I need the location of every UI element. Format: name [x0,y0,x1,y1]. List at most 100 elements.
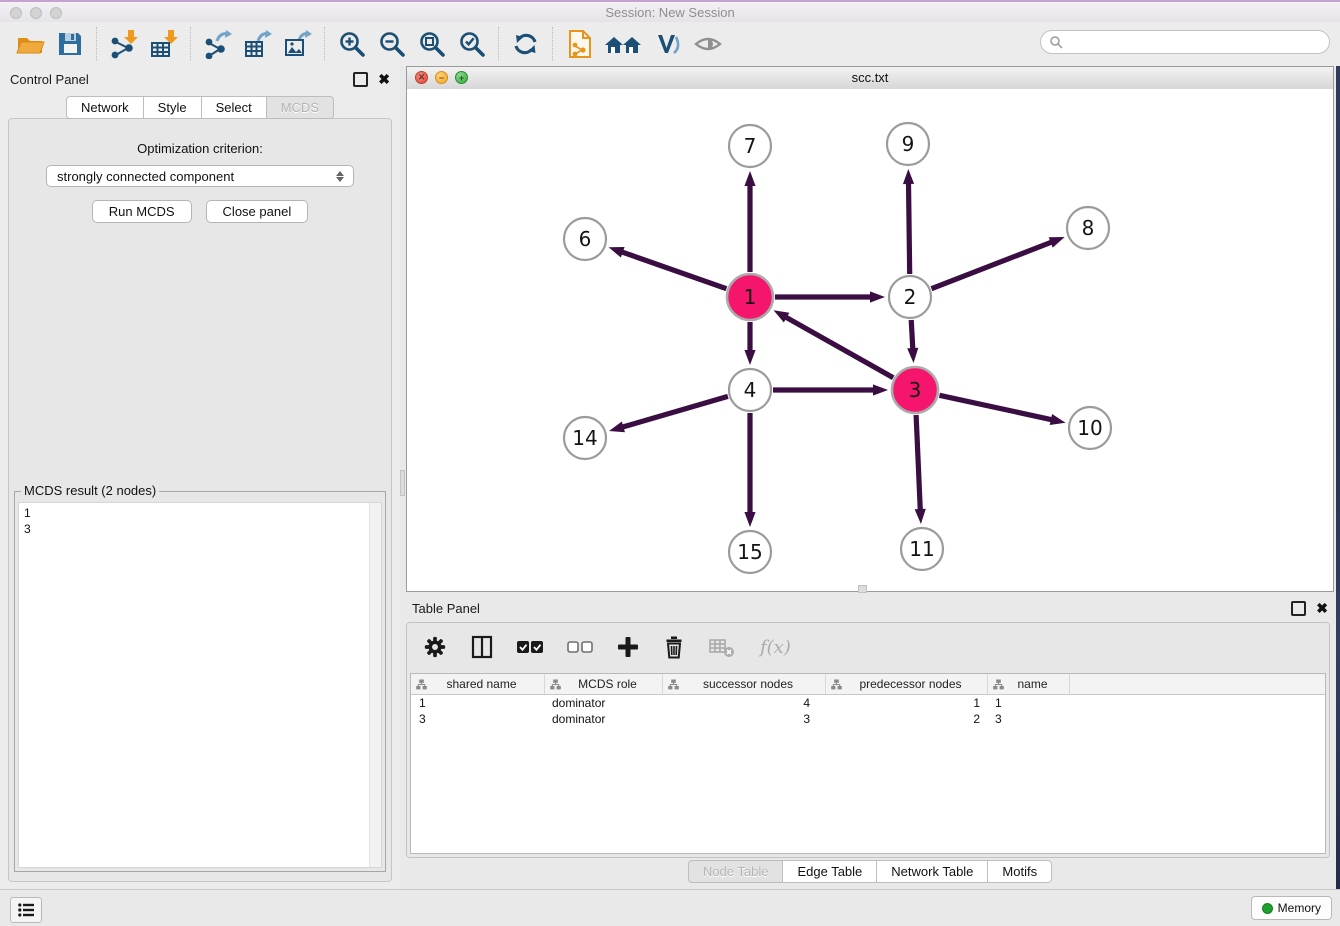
tab-mcds[interactable]: MCDS [267,96,334,119]
memory-button[interactable]: Memory [1251,896,1332,920]
graph-edge-3-10[interactable] [939,395,1053,420]
node-table[interactable]: shared nameMCDS rolesuccessor nodesprede… [410,673,1326,854]
export-network-button[interactable] [198,26,238,62]
table-body: 1dominator4113dominator323 [411,695,1325,727]
column-header-mcds-role[interactable]: MCDS role [545,674,663,694]
task-history-button[interactable] [10,897,42,923]
tab-style[interactable]: Style [144,96,202,119]
graph-edge-arrow-2-9 [903,169,914,184]
tab-node-table[interactable]: Node Table [688,860,784,883]
delete-column-button[interactable] [663,635,685,659]
splitter-handle-horizontal[interactable] [858,585,867,593]
mcds-result-lines: 13 [19,503,381,539]
dropdown-stepper-icon [331,171,349,182]
export-image-button[interactable] [278,26,318,62]
graph-edge-arrow-2-3 [907,348,918,363]
export-network-icon [203,29,233,59]
control-panel: Control Panel ✖ NetworkStyleSelectMCDS O… [0,66,400,890]
table-row[interactable]: 3dominator323 [411,711,1325,727]
table-cell: 1 [988,696,1070,710]
tab-motifs[interactable]: Motifs [988,860,1052,883]
deselect-all-columns-button[interactable] [567,640,593,654]
add-column-button[interactable] [617,636,639,658]
tab-select[interactable]: Select [202,96,267,119]
mcds-tab-content: Optimization criterion: strongly connect… [8,118,392,882]
table-row[interactable]: 1dominator411 [411,695,1325,711]
export-table-button[interactable] [238,26,278,62]
splitter-handle-vertical[interactable] [400,470,405,496]
network-canvas[interactable]: 7968124314101511 [407,89,1333,591]
apply-style-button[interactable] [648,26,688,62]
home-button[interactable] [600,26,648,62]
zoom-selected-button[interactable] [452,26,492,62]
tab-network[interactable]: Network [66,96,144,119]
graph-edge-2-3[interactable] [911,320,913,351]
table-cell: 3 [663,712,826,726]
app-title: Session: New Session [0,5,1340,20]
table-panel-header: Table Panel ✖ [406,596,1334,620]
import-network-button[interactable] [104,26,144,62]
mcds-result-list[interactable]: 13 [18,502,382,868]
optimization-criterion-select[interactable]: strongly connected component [46,165,354,187]
close-panel-button[interactable]: Close panel [206,200,309,223]
import-table-button[interactable] [144,26,184,62]
column-header-name[interactable]: name [988,674,1070,694]
graph-edge-arrow-2-8 [1049,237,1065,248]
zoom-in-button[interactable] [332,26,372,62]
search-input[interactable] [1067,34,1329,50]
mcds-result-box: MCDS result (2 nodes) 13 [14,491,386,872]
toolbar-search [1040,30,1330,54]
graph-edge-4-14[interactable] [621,396,728,427]
show-hide-button[interactable] [688,26,728,62]
zoom-out-button[interactable] [372,26,412,62]
refresh-view-button[interactable] [506,26,546,62]
table-settings-button[interactable] [423,635,447,659]
network-file-icon [566,29,594,59]
refresh-icon [512,30,540,58]
table-cell: dominator [545,696,663,710]
graph-edge-2-9[interactable] [908,181,909,274]
graph-edge-2-8[interactable] [931,241,1053,288]
graph-edge-3-1[interactable] [784,316,893,378]
delete-table-button[interactable] [709,636,735,658]
column-header-predecessor-nodes[interactable]: predecessor nodes [826,674,988,694]
save-session-button[interactable] [50,26,90,62]
eye-icon [693,31,723,57]
network-window-titlebar: ✕ − + scc.txt [407,67,1333,90]
table-cell: 1 [826,696,988,710]
zoom-fit-icon [418,30,446,58]
tab-edge-table[interactable]: Edge Table [783,860,877,883]
result-scrollbar[interactable] [369,503,381,867]
function-builder-button[interactable]: f(x) [759,635,795,659]
column-type-icon [831,679,842,690]
memory-status-icon [1262,903,1273,914]
export-table-icon [243,29,273,59]
column-header-shared-name[interactable]: shared name [411,674,545,694]
column-header-successor-nodes[interactable]: successor nodes [663,674,826,694]
toolbar-separator [552,27,554,61]
run-mcds-button[interactable]: Run MCDS [92,200,192,223]
graph-node-label-1: 1 [744,285,757,309]
zoom-fit-button[interactable] [412,26,452,62]
tab-network-table[interactable]: Network Table [877,860,988,883]
control-panel-title: Control Panel [10,72,353,87]
select-all-columns-button[interactable] [517,640,543,654]
columns-icon [471,635,493,659]
control-panel-header: Control Panel ✖ [0,66,400,92]
open-session-button[interactable] [10,26,50,62]
float-panel-icon[interactable] [353,72,368,87]
graph-edge-3-11[interactable] [916,415,920,512]
table-float-icon[interactable] [1291,601,1306,616]
zoom-in-icon [338,30,366,58]
close-panel-icon[interactable]: ✖ [378,72,390,86]
graph-edge-1-6[interactable] [620,251,727,288]
column-label: shared name [427,677,544,691]
table-header-row: shared nameMCDS rolesuccessor nodesprede… [411,674,1325,695]
network-file-button[interactable] [560,26,600,62]
graph-edge-arrow-1-4 [744,350,755,365]
graph-edge-arrow-3-10 [1050,414,1066,425]
search-icon [1049,35,1063,49]
graph-node-label-3: 3 [909,378,922,402]
show-column-panel-button[interactable] [471,635,493,659]
table-close-icon[interactable]: ✖ [1316,601,1328,615]
